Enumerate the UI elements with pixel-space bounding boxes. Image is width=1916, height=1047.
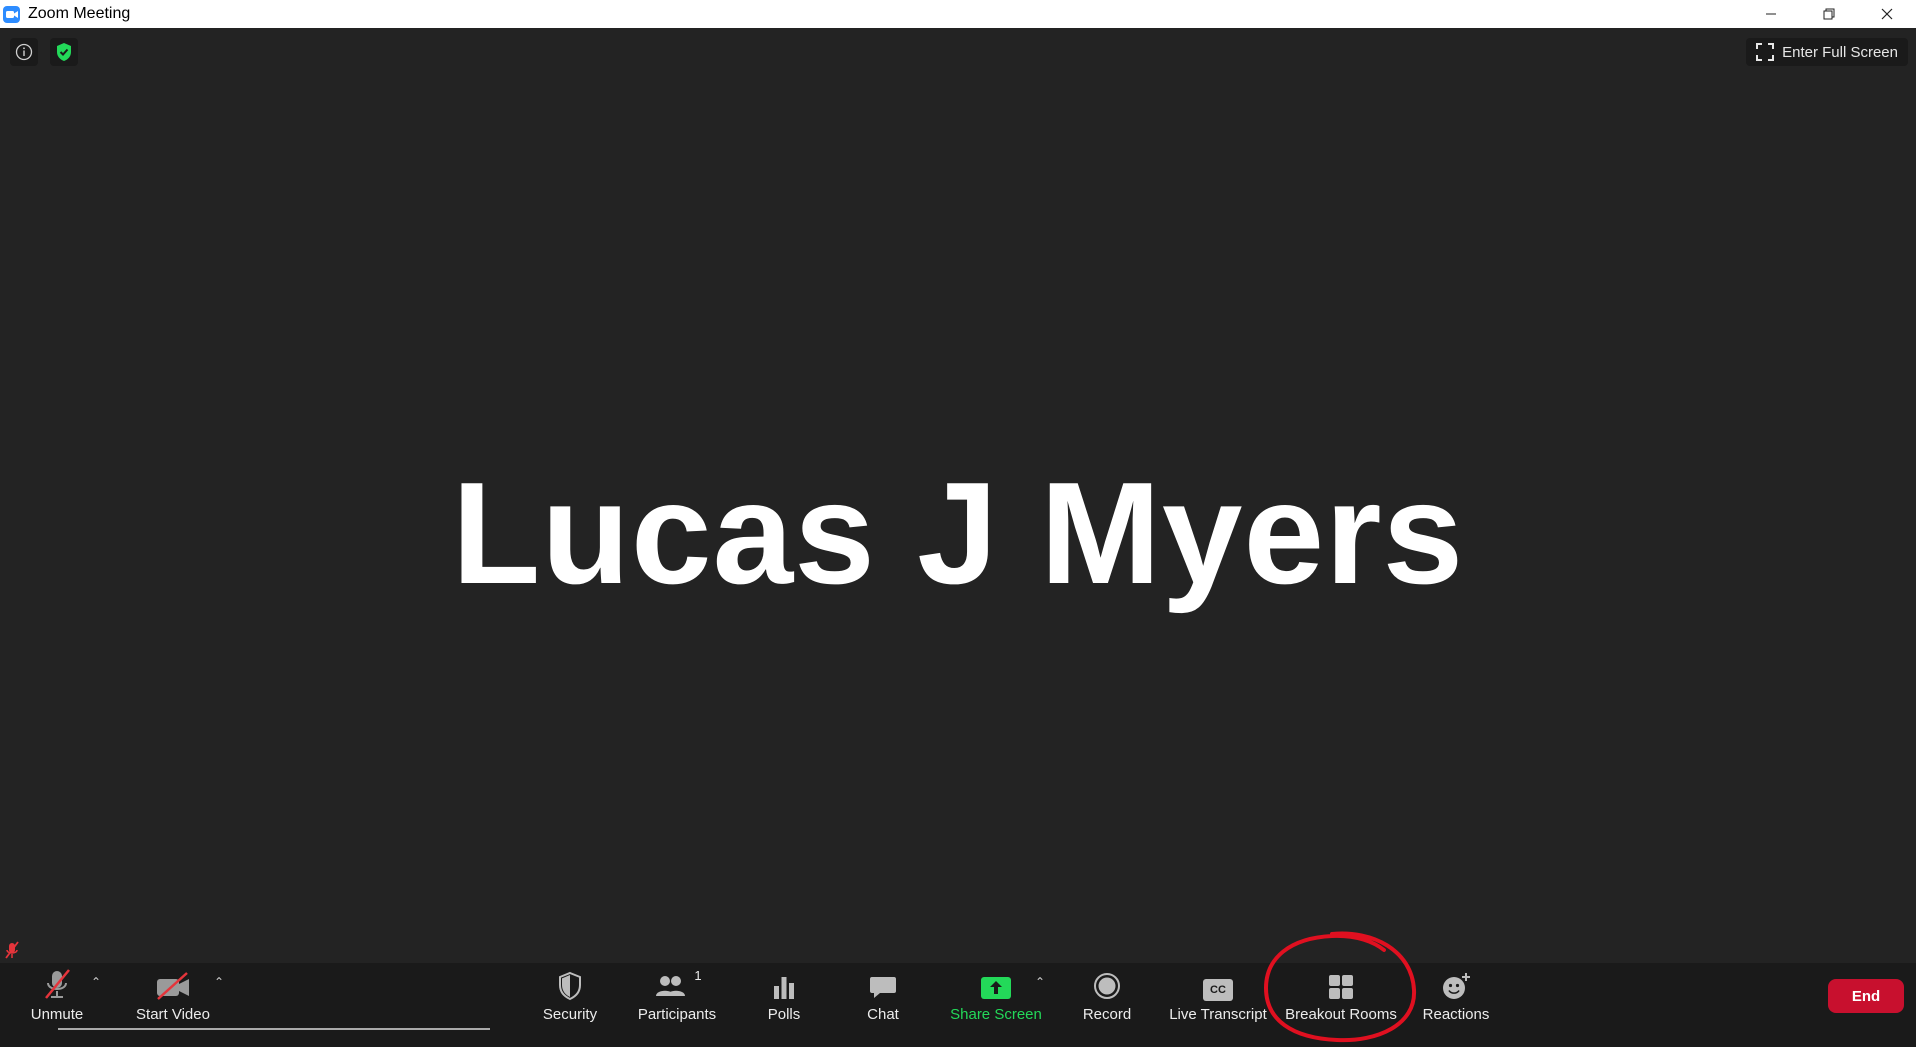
live-transcript-button[interactable]: CC Live Transcript [1166, 963, 1270, 1027]
shield-check-icon[interactable] [50, 38, 78, 66]
start-video-label: Start Video [136, 1006, 210, 1023]
muted-mic-icon [2, 940, 22, 960]
unmute-label: Unmute [30, 1006, 84, 1023]
chat-bubble-icon [868, 963, 898, 1001]
participants-icon: 1 [654, 963, 702, 1001]
participants-label: Participants [637, 1006, 717, 1023]
share-options-caret-icon[interactable]: ⌃ [1035, 975, 1045, 989]
reactions-smiley-icon [1440, 963, 1472, 1001]
close-icon[interactable] [1858, 0, 1916, 28]
fullscreen-label: Enter Full Screen [1782, 43, 1898, 61]
enter-full-screen-button[interactable]: Enter Full Screen [1746, 38, 1908, 66]
video-off-icon [154, 963, 192, 1001]
share-screen-label: Share Screen [950, 1006, 1042, 1023]
polls-chart-icon [771, 963, 797, 1001]
unmute-button[interactable]: Unmute [28, 963, 86, 1027]
window-controls [1742, 0, 1916, 28]
closed-caption-icon: CC [1203, 963, 1233, 1001]
cc-badge: CC [1203, 979, 1233, 1001]
record-label: Record [1082, 1006, 1132, 1023]
toolbar-underline [58, 1028, 490, 1030]
start-video-button[interactable]: Start Video [133, 963, 213, 1027]
security-label: Security [542, 1006, 598, 1023]
participant-name: Lucas J Myers [451, 452, 1465, 614]
info-icon[interactable] [10, 38, 38, 66]
audio-options-caret-icon[interactable]: ⌃ [91, 975, 101, 989]
window-titlebar: Zoom Meeting [0, 0, 1916, 28]
muted-microphone-icon [40, 963, 74, 1001]
polls-button[interactable]: Polls [764, 963, 804, 1027]
reactions-label: Reactions [1422, 1006, 1490, 1023]
meeting-toolbar: Unmute ⌃ Start Video ⌃ Security 1 Partic… [0, 963, 1916, 1047]
end-meeting-button[interactable]: End [1828, 979, 1904, 1013]
share-screen-icon [979, 963, 1013, 1001]
zoom-camera-icon [3, 5, 20, 23]
participants-button[interactable]: 1 Participants [636, 963, 718, 1027]
security-button[interactable]: Security [540, 963, 600, 1027]
window-title: Zoom Meeting [28, 5, 131, 22]
security-shield-icon [557, 963, 583, 1001]
minimize-icon[interactable] [1742, 0, 1800, 28]
video-options-caret-icon[interactable]: ⌃ [214, 975, 224, 989]
share-screen-button[interactable]: Share Screen [950, 963, 1042, 1027]
live-transcript-label: Live Transcript [1169, 1006, 1267, 1023]
record-button[interactable]: Record [1080, 963, 1134, 1027]
reactions-button[interactable]: Reactions [1422, 963, 1490, 1027]
breakout-rooms-label: Breakout Rooms [1285, 1006, 1397, 1023]
chat-button[interactable]: Chat [863, 963, 903, 1027]
polls-label: Polls [767, 1006, 801, 1023]
restore-icon[interactable] [1800, 0, 1858, 28]
chat-label: Chat [867, 1006, 899, 1023]
breakout-rooms-grid-icon [1327, 963, 1355, 1001]
record-icon [1092, 963, 1122, 1001]
fullscreen-icon [1756, 43, 1775, 61]
participants-count: 1 [694, 968, 702, 983]
breakout-rooms-button[interactable]: Breakout Rooms [1284, 963, 1398, 1027]
